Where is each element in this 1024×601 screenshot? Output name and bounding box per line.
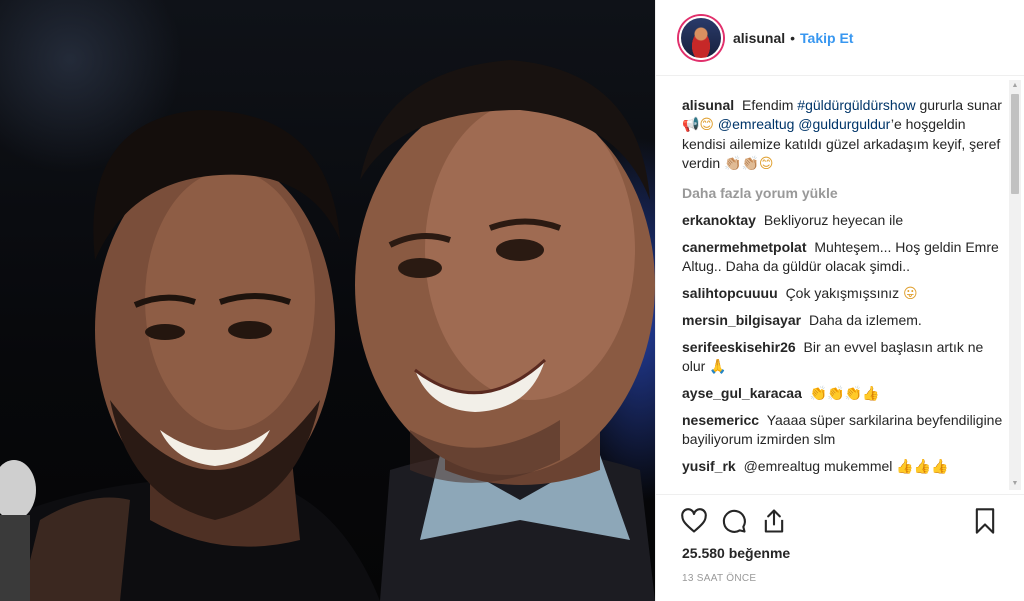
comment-emoji: 😛 [903,286,918,302]
comment-username[interactable]: erkanoktay [682,212,756,228]
caption-text: gururla sunar [919,97,1002,113]
comment-item: salihtopcuuuu Çok yakışmışsınız 😛 [682,284,1006,304]
caption-mention[interactable]: @emrealtug [718,116,794,132]
avatar[interactable] [679,15,723,60]
comment-text: Bekliyoruz heyecan ile [763,212,904,228]
comment-text: Çok yakışmışsınız [785,285,900,301]
comment-item: canermehmetpolat Muhteşem... Hoş geldin … [682,238,1006,277]
heart-icon[interactable] [680,507,708,535]
caption-text: Efendim [742,97,794,113]
caption-emoji: 👏🏼👏🏼😊 [724,156,774,172]
scroll-down-arrow-icon[interactable]: ▼ [1009,478,1021,490]
caption-mention[interactable]: @guldurguldur [798,116,891,132]
comment-username[interactable]: yusif_rk [682,458,736,474]
scroll-up-arrow-icon[interactable]: ▲ [1009,80,1021,92]
comment-username[interactable]: nesemericc [682,412,759,428]
comments-list[interactable]: alisunal Efendim #güldürgüldürshow gurur… [656,77,1006,494]
post-actions: 25.580 beğenme 13 SAAT ÖNCE [656,494,1024,601]
comment-item: ayse_gul_karacaa 👏👏👏👍 [682,384,1006,404]
comment-item: mersin_bilgisayar Daha da izlemem. [682,311,1006,331]
comment-emoji: 🙏 [709,359,727,375]
comment-icon[interactable] [720,507,748,535]
post-header: alisunal • Takip Et [656,0,1024,76]
likes-count[interactable]: 25.580 beğenme [682,545,790,561]
comment-emoji: 👏👏👏👍 [809,386,880,402]
comment-text: @emrealtug mukemmel [743,458,893,474]
comment-item: yusif_rk @emrealtug mukemmel 👍👍👍 [682,457,1006,477]
comment-item: serifeeskisehir26 Bir an evvel başlasın … [682,338,1006,377]
header-separator: • [790,29,796,46]
post-photo[interactable] [0,0,655,601]
comment-emoji: 👍👍👍 [896,459,949,475]
post-caption: alisunal Efendim #güldürgüldürshow gurur… [682,96,1006,174]
load-more-comments-button[interactable]: Daha fazla yorum yükle [682,184,1006,203]
follow-button[interactable]: Takip Et [800,30,853,46]
post-author-username[interactable]: alisunal [733,30,785,46]
share-icon[interactable] [760,507,788,535]
post-timestamp[interactable]: 13 SAAT ÖNCE [682,573,756,584]
post-side-panel: alisunal • Takip Et alisunal Efendim #gü… [655,0,1024,601]
caption-username[interactable]: alisunal [682,97,734,113]
comment-username[interactable]: mersin_bilgisayar [682,312,801,328]
comment-username[interactable]: canermehmetpolat [682,239,806,255]
comment-item: nesemericc Yaaaa süper sarkilarina beyfe… [682,411,1006,450]
comment-username[interactable]: ayse_gul_karacaa [682,385,802,401]
scrollbar-thumb[interactable] [1011,94,1019,194]
selfie-illustration [0,60,655,601]
comment-username[interactable]: salihtopcuuuu [682,285,778,301]
comment-text: Daha da izlemem. [808,312,922,328]
comment-item: erkanoktay Bekliyoruz heyecan ile [682,211,1006,231]
caption-emoji: 📢😊 [682,117,715,133]
comments-scrollbar[interactable]: ▲ ▼ [1009,80,1021,490]
bookmark-icon[interactable] [971,507,999,535]
action-icons [680,507,800,535]
caption-hashtag[interactable]: #güldürgüldürshow [797,97,915,113]
comment-username[interactable]: serifeeskisehir26 [682,339,796,355]
